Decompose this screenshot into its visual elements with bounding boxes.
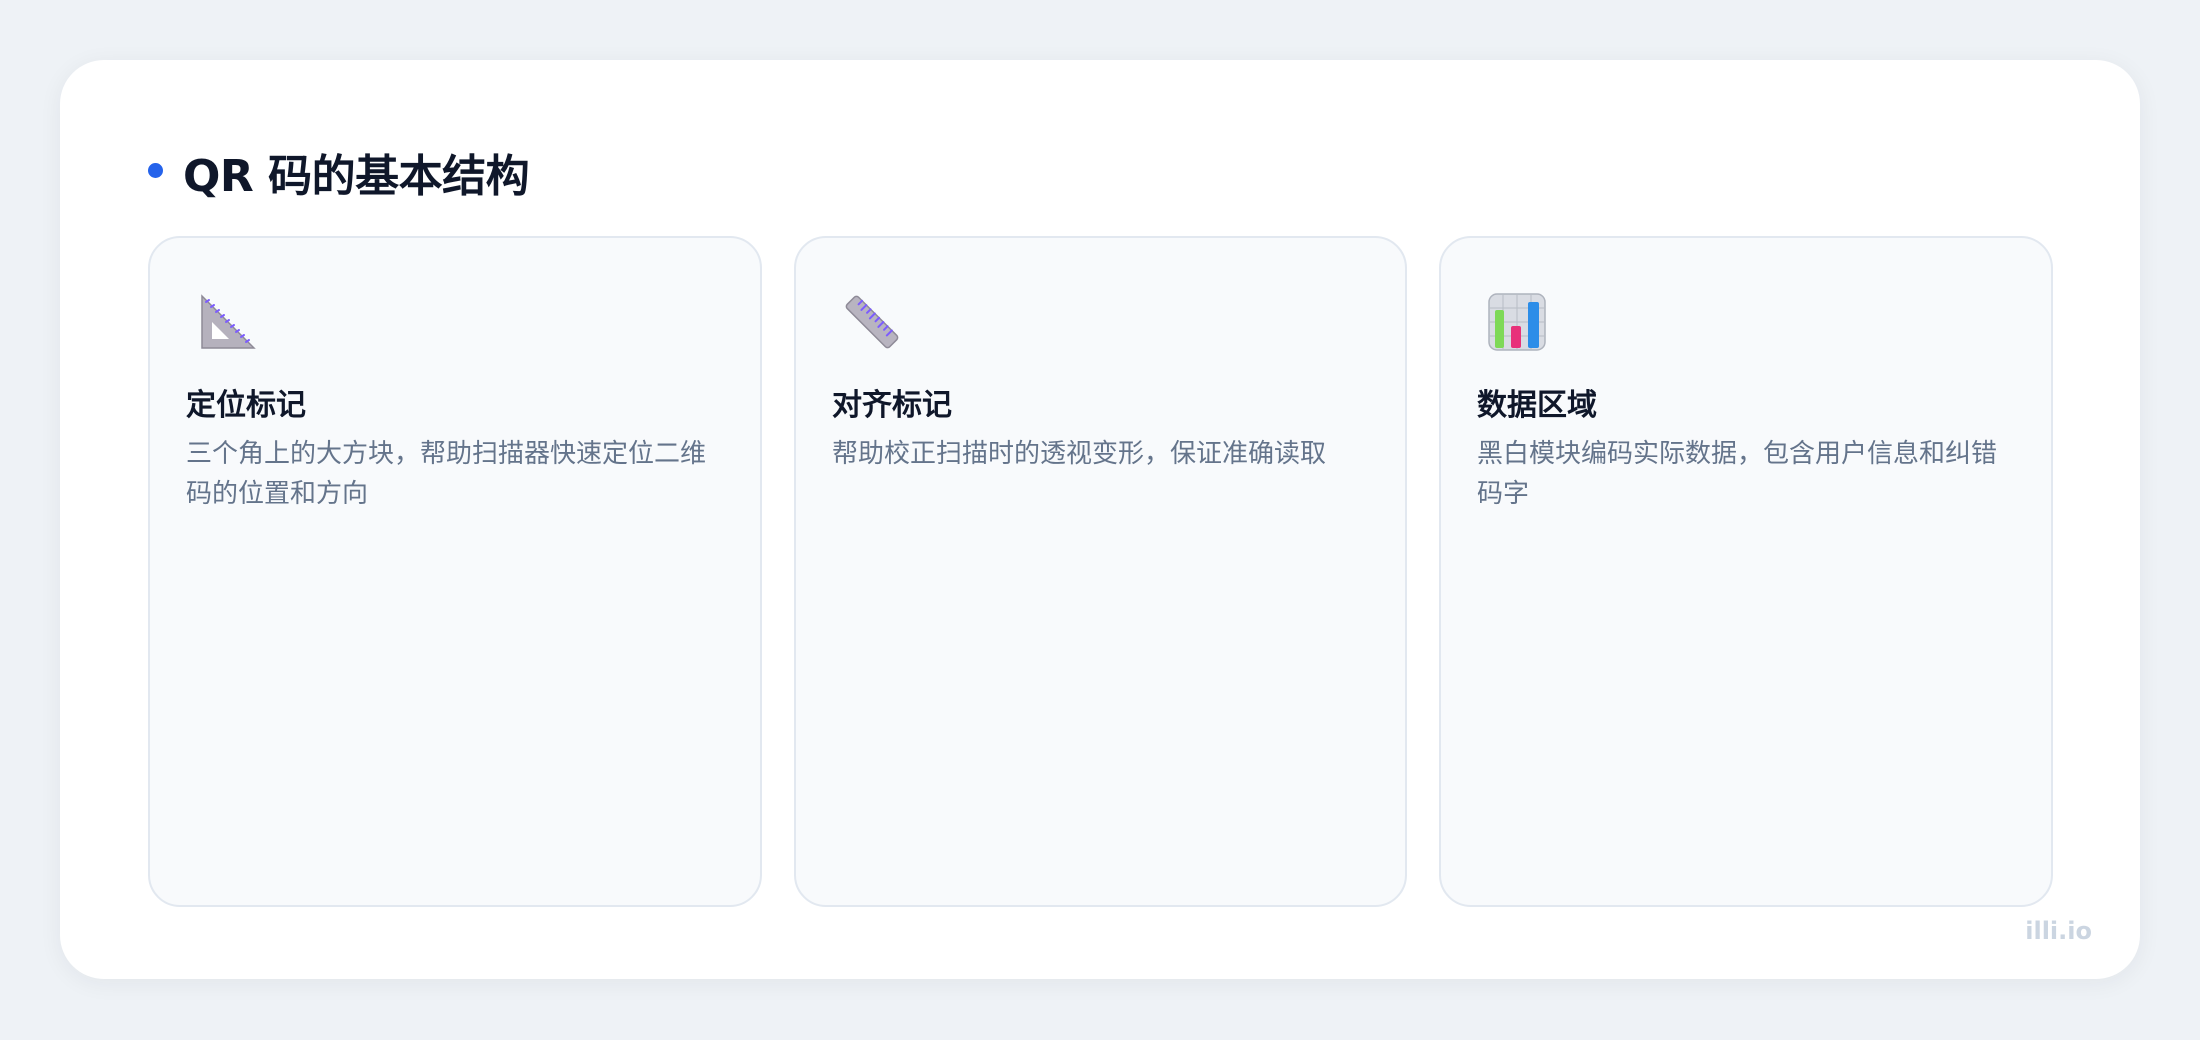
card-description: 三个角上的大方块，帮助扫描器快速定位二维码的位置和方向	[186, 439, 707, 509]
card-alignment-pattern: 对齐标记 帮助校正扫描时的透视变形，保证准确读取	[794, 236, 1407, 907]
page-title: QR 码的基本结构	[183, 151, 530, 202]
watermark: illi.io	[2025, 917, 2092, 945]
card-title: 数据区域	[1477, 388, 1597, 423]
card-data-region: 数据区域 黑白模块编码实际数据，包含用户信息和纠错码字	[1439, 236, 2053, 907]
bullet-dot	[148, 162, 163, 178]
card-title: 定位标记	[186, 388, 306, 423]
card-description: 黑白模块编码实际数据，包含用户信息和纠错码字	[1477, 439, 1998, 509]
bar-chart-icon	[1487, 292, 1547, 352]
card-description: 帮助校正扫描时的透视变形，保证准确读取	[832, 439, 1327, 469]
section-heading: QR 码的基本结构	[148, 140, 530, 204]
card-title: 对齐标记	[832, 388, 952, 423]
card-finder-pattern: 定位标记 三个角上的大方块，帮助扫描器快速定位二维码的位置和方向	[148, 236, 762, 907]
straight-ruler-icon	[842, 292, 902, 352]
content-panel: QR 码的基本结构 定位标记 三个角上的大方块，帮助扫描器快速定位二维码的位置和…	[60, 60, 2140, 979]
triangular-ruler-icon	[196, 292, 256, 352]
